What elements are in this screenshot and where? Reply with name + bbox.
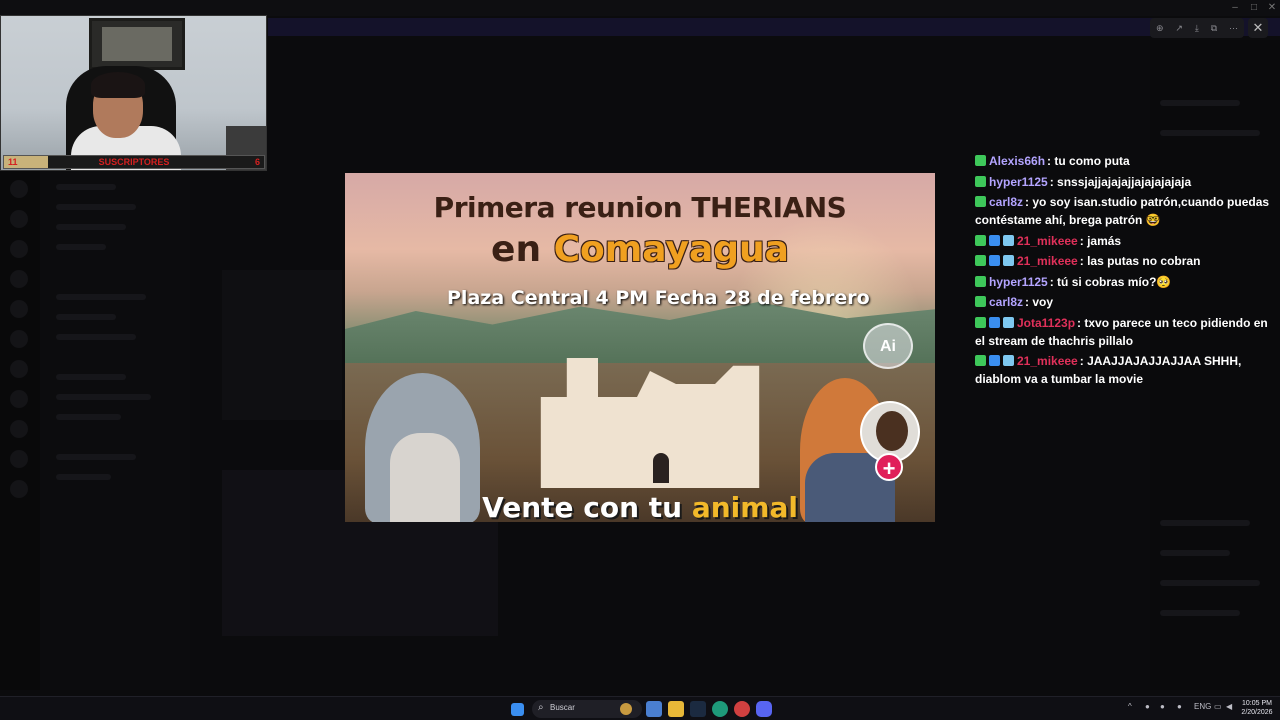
chat-message: 21_mikeee: jamás xyxy=(975,232,1275,250)
event-flyer-image[interactable]: + Ai Primera reunion THERIANS en Comayag… xyxy=(345,173,935,522)
edge-icon[interactable] xyxy=(712,701,728,717)
background-attachment xyxy=(222,270,342,420)
flyer-title-line2: en Comayagua xyxy=(345,229,935,270)
background-banner xyxy=(268,18,1280,36)
chat-badge-icon xyxy=(975,355,986,366)
chat-badge-icon xyxy=(975,234,986,246)
add-icon: + xyxy=(875,453,903,481)
chat-username[interactable]: hyper1125 xyxy=(989,275,1048,289)
chat-text: : snssjajjajajajjajajajajaja xyxy=(1049,174,1192,189)
chat-badge-icon xyxy=(975,196,986,207)
flyer-title-line1: Primera reunion THERIANS xyxy=(433,191,847,224)
windows-start-icon[interactable] xyxy=(511,703,524,716)
chat-message: 21_mikeee: las putas no cobran xyxy=(975,252,1275,270)
cathedral-door xyxy=(653,453,669,483)
subscriber-count-goal: 6 xyxy=(254,157,260,167)
microphone-icon[interactable]: ● xyxy=(1177,702,1182,711)
background-server-sidebar xyxy=(0,170,40,690)
chat-username[interactable]: carl8z xyxy=(989,295,1023,309)
discord-icon[interactable] xyxy=(756,701,772,717)
chat-badge-icon xyxy=(989,355,1000,366)
flyer-place-date: Plaza Central 4 PM Fecha 28 de febrero xyxy=(447,287,870,309)
flyer-tagline: Vente con tu animal xyxy=(345,491,935,522)
chat-badge-icon xyxy=(989,234,1000,246)
webcam-overlay xyxy=(0,15,267,171)
taskbar-clock[interactable]: 10:05 PM 2/20/2026 xyxy=(1240,699,1274,717)
flyer-tagline-prefix: Vente con tu xyxy=(482,491,692,522)
taskbar: ⌕ Buscar ^ ● ● ● ENG ▭ ◀ 10:05 PM 2/20/2… xyxy=(0,696,1280,720)
chat-username[interactable]: 21_mikeee xyxy=(1017,254,1078,268)
chat-username[interactable]: 21_mikeee xyxy=(1017,354,1078,368)
flyer-title-line2-prefix: en xyxy=(491,229,554,270)
download-icon[interactable]: ⤓ xyxy=(1195,23,1199,34)
open-external-icon[interactable]: ⧉ xyxy=(1211,23,1217,34)
search-placeholder: Buscar xyxy=(550,703,575,712)
search-icon: ⌕ xyxy=(538,702,544,713)
chat-text: : las putas no cobran xyxy=(1079,254,1201,268)
subscriber-count-current: 11 xyxy=(8,157,18,167)
share-icon[interactable]: ↗ xyxy=(1175,23,1183,34)
chat-badge-icon xyxy=(1003,255,1014,266)
chrome-icon[interactable] xyxy=(734,701,750,717)
ai-badge-icon: Ai xyxy=(863,323,913,369)
chat-text: : tu como puta xyxy=(1047,154,1130,168)
chat-username[interactable]: Alexis66h xyxy=(989,154,1045,168)
tray-steam-icon[interactable]: ● xyxy=(1145,702,1150,711)
close-icon[interactable]: ✕ xyxy=(1248,18,1268,38)
chat-text: : jamás xyxy=(1079,233,1122,248)
chat-text: : JAAJJAJAJJAJJAA SHHH, diablom va a tum… xyxy=(975,354,1242,386)
chat-message: hyper1125: snssjajjajajajjajajajajaja xyxy=(975,173,1275,191)
chat-username[interactable]: 21_mikeee xyxy=(1017,234,1078,248)
clock-date: 2/20/2026 xyxy=(1241,709,1273,716)
image-viewer-toolbar: ⊕ ↗ ⤓ ⧉ ⋯ xyxy=(1150,18,1244,38)
chat-badge-icon xyxy=(989,316,1000,328)
chat-message: carl8z: voy xyxy=(975,293,1275,311)
wall-poster xyxy=(89,18,185,70)
volume-icon[interactable]: ◀ xyxy=(1226,702,1232,711)
background-channel-list xyxy=(40,170,190,690)
chat-message: carl8z: yo soy isan.studio patrón,cuando… xyxy=(975,193,1275,229)
chat-username[interactable]: hyper1125 xyxy=(989,175,1048,189)
clock-time: 10:05 PM xyxy=(1242,700,1272,707)
chat-username[interactable]: Jota1123p xyxy=(1017,316,1075,330)
chat-badge-icon xyxy=(1003,316,1014,328)
streamer-hair xyxy=(91,72,145,98)
chat-badge-icon xyxy=(1003,234,1014,246)
chat-username[interactable]: carl8z xyxy=(989,195,1023,209)
file-explorer-icon[interactable] xyxy=(668,701,684,717)
chat-badge-icon xyxy=(989,255,1000,266)
chat-badge-icon xyxy=(975,316,986,328)
steam-icon[interactable] xyxy=(690,701,706,717)
chat-badge-icon xyxy=(975,275,986,287)
chat-badge-icon xyxy=(975,255,986,266)
chat-message: Alexis66h: tu como puta xyxy=(975,152,1275,170)
background-titlebar xyxy=(0,0,1280,16)
chat-badge-icon xyxy=(975,175,986,187)
subscriber-goal-label: SUSCRIPTORES xyxy=(98,157,170,167)
chat-badge-icon xyxy=(975,296,986,307)
stream-chat: Alexis66h: tu como puta hyper1125: snssja… xyxy=(975,152,1275,391)
network-icon[interactable]: ▭ xyxy=(1214,702,1222,711)
more-icon[interactable]: ⋯ xyxy=(1229,23,1238,34)
chat-text: : tú si cobras mío?🥺 xyxy=(1049,274,1172,289)
zoom-icon[interactable]: ⊕ xyxy=(1156,23,1164,34)
chat-badge-icon xyxy=(975,155,986,166)
flyer-city-name: Comayagua xyxy=(553,229,789,270)
language-indicator[interactable]: ENG xyxy=(1194,702,1211,711)
tray-chevron-icon[interactable]: ^ xyxy=(1128,702,1132,711)
screen: – □ ✕ ⊕ ↗ ⤓ ⧉ ⋯ ✕ SUSCRIPTORES 11 6 + Ai xyxy=(0,0,1280,720)
task-view-icon[interactable] xyxy=(646,701,662,717)
tray-app-icon[interactable]: ● xyxy=(1160,702,1165,711)
chat-badge-icon xyxy=(1003,355,1014,366)
chat-text: : voy xyxy=(1025,295,1054,309)
window-close-icon[interactable]: ✕ xyxy=(1261,0,1280,16)
chat-message: hyper1125: tú si cobras mío?🥺 xyxy=(975,273,1275,291)
chat-message: 21_mikeee: JAAJJAJAJJAJJAA SHHH, diablom… xyxy=(975,352,1275,388)
search-highlight-icon xyxy=(620,703,632,715)
flyer-tagline-highlight: animal xyxy=(691,491,798,522)
subscriber-goal-bar: SUSCRIPTORES 11 6 xyxy=(3,155,265,169)
chat-message: Jota1123p: txvo parece un teco pidiendo … xyxy=(975,314,1275,350)
